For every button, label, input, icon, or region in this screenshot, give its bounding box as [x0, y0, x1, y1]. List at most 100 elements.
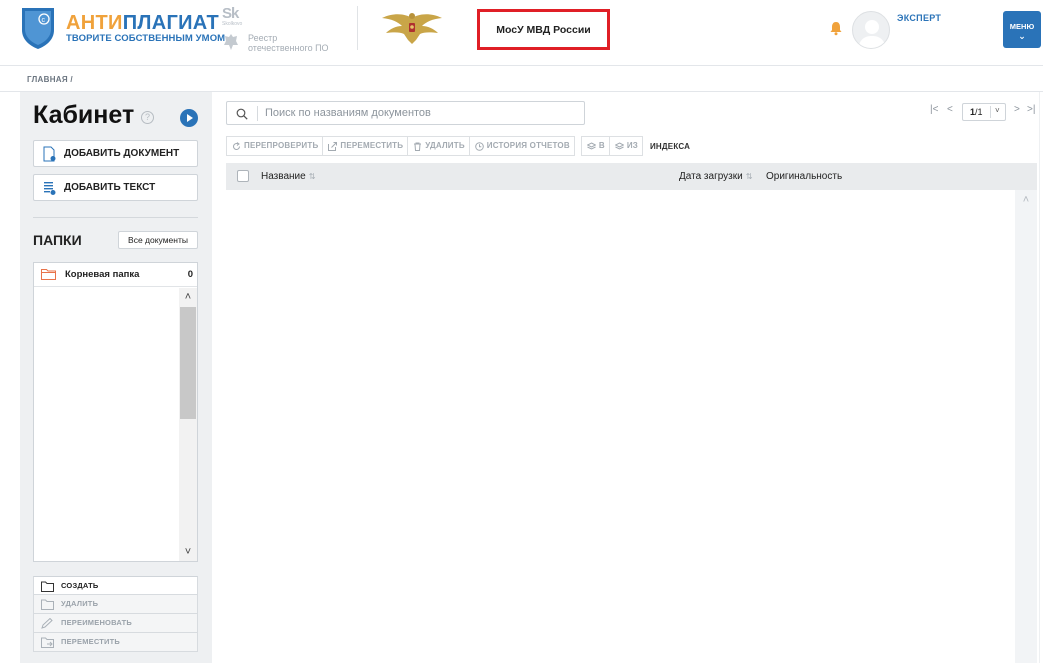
- add-document-label: ДОБАВИТЬ ДОКУМЕНТ: [64, 148, 180, 159]
- search-box[interactable]: [226, 101, 585, 125]
- column-date-header[interactable]: Дата загрузки ⇅: [679, 171, 752, 182]
- move-folder-button[interactable]: ПЕРЕМЕСТИТЬ: [33, 633, 198, 652]
- chevron-down-icon: ⌄: [1018, 31, 1026, 41]
- add-to-index-button[interactable]: В: [580, 136, 610, 156]
- recheck-label: ПЕРЕПРОВЕРИТЬ: [244, 141, 319, 150]
- folder-name: Корневая папка: [65, 269, 140, 280]
- svg-text:c: c: [42, 17, 46, 24]
- delete-folder-label: УДАЛИТЬ: [61, 599, 99, 608]
- column-date-label: Дата загрузки: [679, 171, 743, 182]
- page-select[interactable]: 1/1 ˅: [962, 103, 1006, 121]
- documents-table-body: [226, 190, 1037, 663]
- rename-folder-button[interactable]: ПЕРЕИМЕНОВАТЬ: [33, 614, 198, 633]
- antiplagiat-shield-icon[interactable]: c: [20, 6, 56, 50]
- move-button[interactable]: ПЕРЕМЕСТИТЬ: [322, 136, 409, 156]
- scroll-up-icon[interactable]: ˄: [1015, 194, 1037, 206]
- add-text-label: ДОБАВИТЬ ТЕКСТ: [64, 182, 156, 193]
- page-number: 1/1: [970, 107, 983, 117]
- skolkovo-logo: Sk: [222, 5, 239, 22]
- document-toolbar: ПЕРЕПРОВЕРИТЬ ПЕРЕМЕСТИТЬ УДАЛИТЬ ИСТОРИ…: [226, 136, 690, 156]
- move-icon: [328, 142, 338, 151]
- select-all-checkbox[interactable]: [237, 170, 249, 182]
- scroll-thumb[interactable]: [180, 307, 196, 419]
- table-header: Название ⇅ Дата загрузки ⇅ Оригинальность: [226, 163, 1037, 190]
- prev-page-button[interactable]: <: [947, 104, 953, 115]
- registry-text: Реестр отечественного ПО: [248, 33, 329, 53]
- folder-actions: СОЗДАТЬ УДАЛИТЬ ПЕРЕИМЕНОВАТЬ ПЕРЕМЕСТИТ…: [33, 576, 198, 652]
- folder-icon: [41, 269, 56, 280]
- folder-tree: Корневая папка 0 ˄ ˅: [33, 262, 198, 562]
- registry-emblem-icon: [224, 34, 238, 50]
- table-scrollbar[interactable]: ˄: [1015, 190, 1037, 663]
- folder-create-icon: [41, 581, 54, 592]
- notification-bell-icon[interactable]: [829, 20, 843, 36]
- pencil-icon: [41, 618, 53, 629]
- move-folder-label: ПЕРЕМЕСТИТЬ: [61, 637, 121, 646]
- column-name-label: Название: [261, 171, 306, 182]
- sidebar-divider: [33, 217, 198, 218]
- brand-title-part2: ПЛАГИАТ: [122, 12, 220, 34]
- help-icon[interactable]: ?: [141, 111, 154, 124]
- search-icon: [236, 108, 248, 120]
- report-history-button[interactable]: ИСТОРИЯ ОТЧЕТОВ: [468, 136, 575, 156]
- right-edge: [1039, 92, 1040, 663]
- history-icon: [474, 142, 484, 151]
- column-originality-label: Оригинальность: [766, 171, 843, 182]
- registry-line-1: Реестр: [248, 33, 278, 43]
- page-select-divider: [990, 106, 991, 118]
- report-history-label: ИСТОРИЯ ОТЧЕТОВ: [486, 141, 570, 150]
- refresh-icon: [233, 142, 240, 150]
- index-label: ИНДЕКСА: [649, 141, 691, 151]
- first-page-button[interactable]: |<: [930, 104, 938, 115]
- delete-folder-button[interactable]: УДАЛИТЬ: [33, 595, 198, 614]
- folders-title: ПАПКИ: [33, 232, 82, 248]
- add-text-button[interactable]: ДОБАВИТЬ ТЕКСТ: [33, 174, 198, 201]
- user-role[interactable]: ЭКСПЕРТ: [897, 13, 941, 23]
- folder-delete-icon: [41, 599, 54, 610]
- search-input[interactable]: [265, 105, 575, 121]
- search-divider: [257, 106, 258, 121]
- user-silhouette-icon: [858, 20, 886, 48]
- registry-line-2: отечественного ПО: [248, 43, 329, 53]
- folder-scrollbar[interactable]: ˄ ˅: [179, 288, 197, 561]
- rename-folder-label: ПЕРЕИМЕНОВАТЬ: [61, 618, 132, 627]
- column-originality-header[interactable]: Оригинальность: [766, 171, 842, 182]
- brand-title[interactable]: АНТИПЛАГИАТ: [66, 12, 219, 35]
- delete-button[interactable]: УДАЛИТЬ: [407, 136, 470, 156]
- create-folder-label: СОЗДАТЬ: [61, 581, 99, 590]
- document-add-icon: [43, 146, 56, 162]
- header-divider: [357, 6, 358, 50]
- last-page-button[interactable]: >|: [1027, 104, 1035, 115]
- sort-icon: ⇅: [308, 172, 316, 181]
- breadcrumb[interactable]: ГЛАВНАЯ /: [27, 75, 73, 84]
- all-documents-button[interactable]: Все документы: [118, 231, 198, 249]
- add-document-button[interactable]: ДОБАВИТЬ ДОКУМЕНТ: [33, 140, 198, 167]
- menu-button[interactable]: МЕНЮ ⌄: [1003, 11, 1041, 48]
- mvd-emblem-icon: [382, 13, 442, 44]
- brand-tagline: ТВОРИТЕ СОБСТВЕННЫМ УМОМ: [66, 33, 226, 44]
- folder-count: 0: [187, 269, 193, 280]
- delete-label: УДАЛИТЬ: [425, 141, 465, 150]
- page-title: Кабинет: [33, 101, 135, 129]
- remove-from-index-label: ИЗ: [626, 141, 638, 150]
- skolkovo-caption: Skolkovo: [222, 21, 243, 27]
- total-pages: /1: [975, 107, 983, 117]
- user-avatar[interactable]: [852, 11, 890, 49]
- sort-icon: ⇅: [745, 172, 753, 181]
- remove-from-index-button[interactable]: ИЗ: [608, 136, 643, 156]
- create-folder-button[interactable]: СОЗДАТЬ: [33, 576, 198, 595]
- add-to-index-label: В: [598, 141, 605, 150]
- folder-item-root[interactable]: Корневая папка 0: [34, 263, 197, 287]
- organization-name: МосУ МВД России: [477, 9, 610, 50]
- next-page-button[interactable]: >: [1014, 104, 1020, 115]
- column-name-header[interactable]: Название ⇅: [261, 171, 315, 182]
- recheck-button[interactable]: ПЕРЕПРОВЕРИТЬ: [226, 136, 324, 156]
- sidebar: Кабинет ? ДОБАВИТЬ ДОКУМЕНТ ДОБАВИТЬ ТЕК…: [20, 92, 212, 663]
- layers-add-icon: [586, 142, 596, 150]
- folder-move-icon: [41, 637, 54, 648]
- layers-remove-icon: [614, 142, 624, 150]
- play-tutorial-icon[interactable]: [180, 109, 198, 127]
- scroll-down-icon[interactable]: ˅: [179, 543, 197, 561]
- scroll-up-icon[interactable]: ˄: [179, 288, 197, 306]
- text-add-icon: [44, 182, 56, 195]
